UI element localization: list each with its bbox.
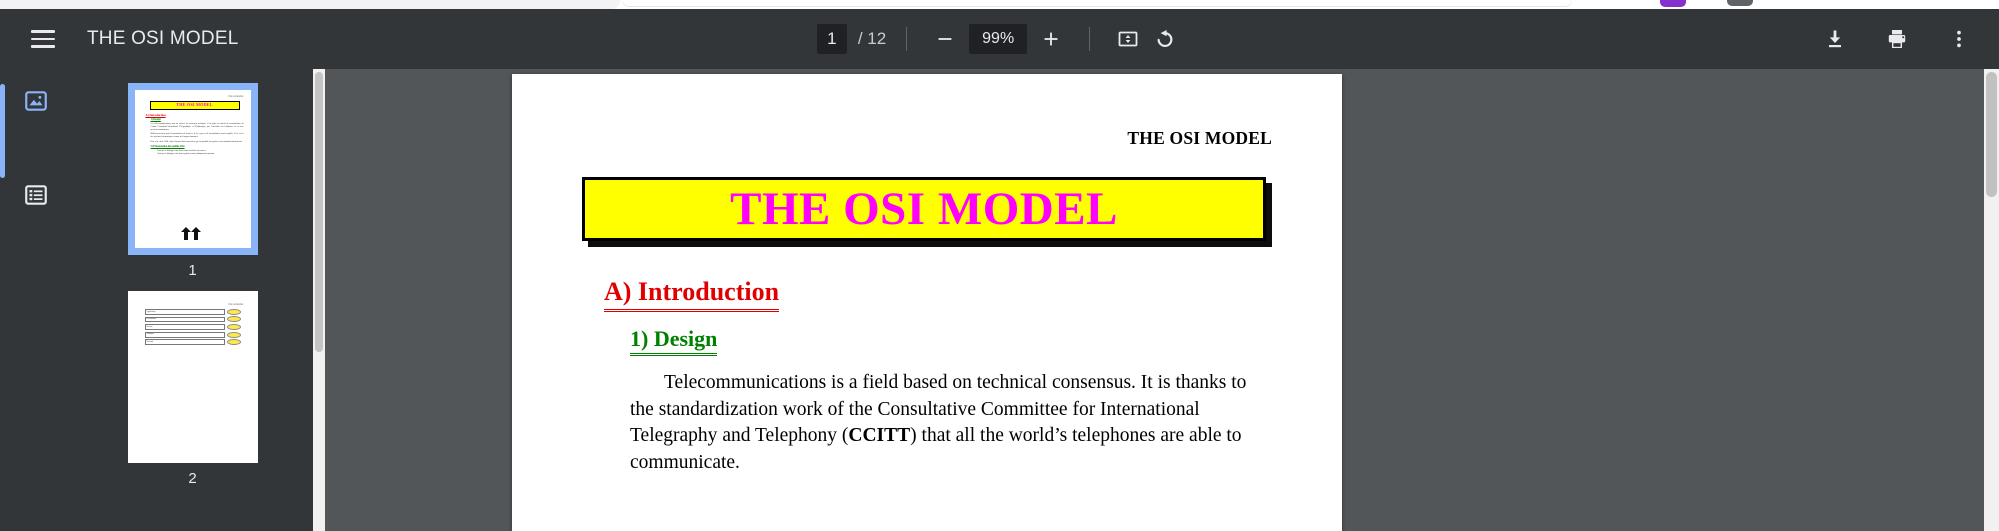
mini-table-cell: Session: [144, 324, 225, 331]
thumbnail-item[interactable]: THE OSI MODEL Application Presentation S…: [72, 291, 313, 487]
browser-tabstrip-edge: [0, 0, 620, 9]
mini-table-row: Transport: [144, 331, 241, 338]
document-outline-icon[interactable]: [18, 177, 54, 213]
title-banner-wrapper: THE OSI MODEL: [582, 177, 1272, 241]
browser-extension-chip-gray[interactable]: [1727, 0, 1753, 6]
heading-introduction: A) Introduction: [604, 277, 780, 312]
mini-heading-1: 1) Design: [150, 118, 161, 122]
banner-title-text: THE OSI MODEL: [730, 182, 1118, 235]
mini-bubble: [226, 324, 241, 331]
thumbnail-page-2[interactable]: THE OSI MODEL Application Presentation S…: [127, 291, 258, 463]
thumbnail-page-1-content: THE OSI MODEL THE OSI MODEL A) Introduct…: [135, 90, 251, 248]
viewer-scrollbar-thumb[interactable]: [1986, 72, 1997, 197]
more-vertical-icon[interactable]: [1941, 21, 1977, 57]
fit-to-page-icon[interactable]: [1110, 21, 1146, 57]
print-icon[interactable]: [1879, 21, 1915, 57]
page-number-input[interactable]: 1: [816, 24, 847, 54]
thumbnail-scrollbar-thumb[interactable]: [315, 72, 323, 352]
toolbar-right-group: [1817, 21, 1977, 57]
mini-bubble: [226, 316, 241, 323]
mini-table-cell: Network: [144, 339, 225, 346]
mini-header: THE OSI MODEL: [228, 96, 244, 98]
mini-bubble: [226, 331, 241, 338]
pdf-toolbar: THE OSI MODEL 1 / 12 99%: [0, 9, 1999, 69]
mini-table-cell: Presentation: [144, 316, 225, 323]
mini-bubble: [226, 308, 241, 315]
mini-heading-a: A) Introduction: [145, 112, 166, 117]
body-paragraph: Telecommunications is a field based on t…: [630, 370, 1250, 476]
thumbnail-list: THE OSI MODEL THE OSI MODEL A) Introduct…: [72, 69, 313, 487]
toolbar-divider-1: [906, 27, 908, 51]
mini-table-row: Application: [144, 308, 241, 315]
mini-paragraph: Pour cela existe l'OSI : Open Systems In…: [150, 140, 243, 143]
toolbar-center-group: 1 / 12 99%: [690, 21, 1310, 57]
sidebar-icon-rail: [0, 69, 72, 531]
mini-table-row: Presentation: [144, 316, 241, 323]
zoom-level-input[interactable]: 99%: [969, 24, 1028, 54]
thumbnail-caption: 2: [188, 470, 197, 487]
zoom-in-button[interactable]: [1033, 21, 1069, 57]
title-banner: THE OSI MODEL: [582, 177, 1266, 241]
download-icon[interactable]: [1817, 21, 1853, 57]
thumbnail-item[interactable]: THE OSI MODEL THE OSI MODEL A) Introduct…: [72, 83, 313, 279]
rotate-counterclockwise-icon[interactable]: [1146, 21, 1182, 57]
mini-table-cell: Transport: [144, 331, 225, 338]
mini-paragraph: Les télécommunications sont un univers d…: [150, 123, 244, 131]
thumbnail-page-1[interactable]: THE OSI MODEL THE OSI MODEL A) Introduct…: [127, 83, 258, 255]
thumbnail-caption: 1: [188, 262, 197, 279]
body-line-3: and Telephony (CCITT) that all the world…: [630, 425, 1242, 473]
mini-bubble: [226, 339, 241, 346]
toolbar-divider-2: [1089, 27, 1091, 51]
mini-banner-title: THE OSI MODEL: [149, 100, 240, 110]
sidebar-scroll-indicator[interactable]: [0, 84, 5, 178]
pdf-viewer-app: THE OSI MODEL 1 / 12 99% THE OSI MODEL T…: [0, 0, 1999, 531]
document-title: THE OSI MODEL: [87, 28, 239, 49]
mini-bullet: Pour que le dialogue entre deux systèmes…: [157, 152, 215, 155]
thumbnails-view-icon[interactable]: [18, 83, 54, 119]
mini-table-cell: Application: [144, 308, 225, 315]
mini-header: THE OSI MODEL: [228, 304, 244, 306]
browser-extension-chip-purple[interactable]: [1660, 0, 1686, 7]
thumbnail-panel[interactable]: THE OSI MODEL THE OSI MODEL A) Introduct…: [72, 69, 313, 531]
heading-1-row: 1) Design: [582, 312, 1272, 356]
heading-design: 1) Design: [630, 326, 718, 356]
browser-chrome-sliver: [0, 0, 1999, 9]
hamburger-menu-icon[interactable]: [25, 21, 61, 57]
mini-paragraph: Malheureusement pour la transmission de …: [150, 133, 244, 139]
mini-footer-logo: [135, 226, 251, 243]
page-count-label: / 12: [857, 29, 887, 48]
mini-table-row: Session: [144, 324, 241, 331]
heading-a-row: A) Introduction: [582, 241, 1272, 312]
toolbar-left-group: THE OSI MODEL: [0, 21, 238, 57]
browser-omnibox-edge: [622, 0, 1572, 7]
zoom-out-button[interactable]: [927, 21, 963, 57]
mini-table-row: Network: [144, 339, 241, 346]
document-viewport[interactable]: THE OSI MODEL THE OSI MODEL A) Introduct…: [325, 69, 1984, 531]
document-page-1: THE OSI MODEL THE OSI MODEL A) Introduct…: [512, 74, 1342, 531]
page-header-text: THE OSI MODEL: [1127, 128, 1272, 148]
mini-heading-2: 2) Présentation du modèle OSI: [150, 144, 185, 148]
page-content: THE OSI MODEL THE OSI MODEL A) Introduct…: [512, 74, 1342, 476]
thumbnail-page-2-content: THE OSI MODEL Application Presentation S…: [135, 298, 251, 456]
